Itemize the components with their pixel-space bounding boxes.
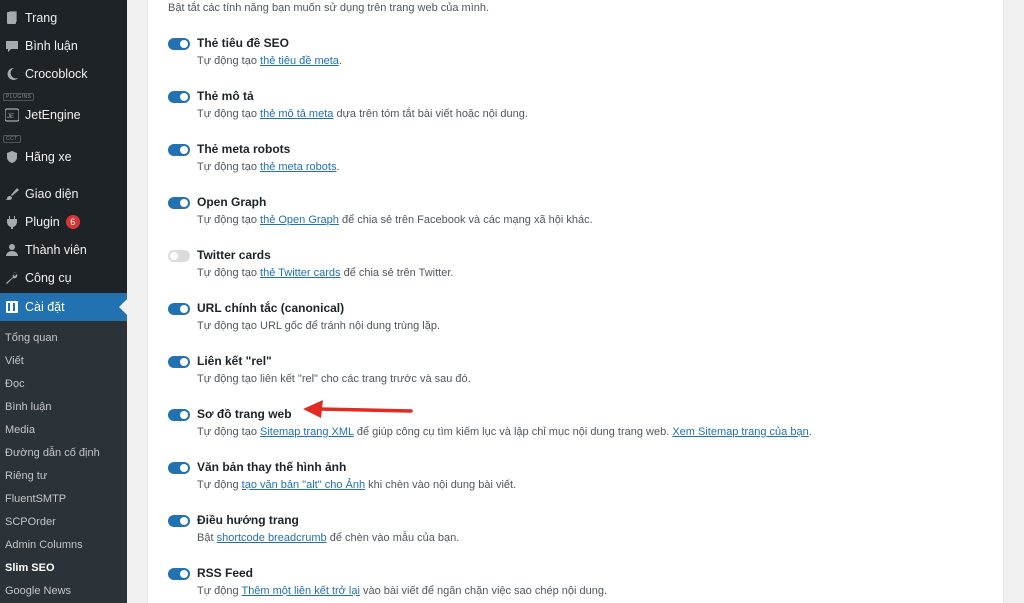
submenu-item-scporder[interactable]: SCPOrder bbox=[5, 510, 56, 533]
feature-title: Thẻ tiêu đề SEO bbox=[197, 36, 290, 50]
menu-label: Thành viên bbox=[25, 243, 87, 257]
submenu-item-permalinks[interactable]: Đường dẫn cố định bbox=[5, 441, 100, 464]
wrench-icon bbox=[5, 271, 19, 285]
feature-toggle[interactable] bbox=[168, 197, 190, 209]
feature-toggle[interactable] bbox=[168, 91, 190, 103]
page-icon bbox=[5, 11, 19, 25]
menu-item-jetengine[interactable]: JE JetEngine bbox=[0, 101, 127, 129]
menu-label: Plugin bbox=[25, 215, 60, 229]
feature-toggle[interactable] bbox=[168, 303, 190, 315]
feature-desc: Tự động tạo Sitemap trang XML để giúp cô… bbox=[197, 426, 812, 438]
intro-text: Bật tắt các tính năng bạn muốn sử dụng t… bbox=[168, 2, 490, 14]
submenu-item-slim-seo[interactable]: Slim SEO bbox=[5, 556, 55, 579]
menu-label: Hãng xe bbox=[25, 150, 72, 164]
feature-link[interactable]: Sitemap trang XML bbox=[260, 426, 354, 438]
settings-icon bbox=[5, 300, 19, 314]
menu-item-pages[interactable]: Trang bbox=[0, 4, 127, 32]
crocoblock-icon bbox=[5, 67, 19, 81]
feature-desc: Tự động tạo liên kết "rel" cho các trang… bbox=[197, 373, 471, 385]
feature-title: Sơ đồ trang web bbox=[197, 407, 292, 421]
plugins-tag: PLUGINS bbox=[3, 93, 35, 101]
settings-submenu: Tổng quan Viết Đọc Bình luận Media Đường… bbox=[0, 321, 127, 603]
brush-icon bbox=[5, 187, 19, 201]
user-icon bbox=[5, 243, 19, 257]
feature-toggle[interactable] bbox=[168, 462, 190, 474]
plug-icon bbox=[5, 215, 19, 229]
feature-toggle[interactable] bbox=[168, 356, 190, 368]
features-panel: Bật tắt các tính năng bạn muốn sử dụng t… bbox=[147, 0, 1004, 603]
submenu-item-privacy[interactable]: Riêng tư bbox=[5, 464, 47, 487]
feature-title: Twitter cards bbox=[197, 248, 271, 262]
submenu-item-media[interactable]: Media bbox=[5, 418, 35, 441]
submenu-item-admin-columns[interactable]: Admin Columns bbox=[5, 533, 83, 556]
feature-link[interactable]: Thêm một liên kết trở lại bbox=[241, 585, 359, 597]
comment-icon bbox=[5, 39, 19, 53]
update-count-badge: 6 bbox=[65, 215, 80, 229]
feature-title: URL chính tắc (canonical) bbox=[197, 301, 345, 315]
menu-label: JetEngine bbox=[25, 108, 81, 122]
feature-desc: Tự động tạo văn bản "alt" cho Ảnh khi ch… bbox=[197, 479, 517, 491]
red-arrow-annotation bbox=[303, 400, 413, 418]
feature-toggle[interactable] bbox=[168, 568, 190, 580]
feature-desc: Tự động tạo URL gốc để tránh nội dung tr… bbox=[197, 320, 441, 332]
submenu-item-writing[interactable]: Viết bbox=[5, 349, 24, 372]
active-indicator bbox=[119, 299, 127, 315]
feature-toggle[interactable] bbox=[168, 250, 190, 262]
menu-label: Cài đặt bbox=[25, 300, 65, 314]
feature-toggle[interactable] bbox=[168, 38, 190, 50]
feature-toggle[interactable] bbox=[168, 144, 190, 156]
menu-label: Trang bbox=[25, 11, 58, 25]
feature-title: Thẻ meta robots bbox=[197, 142, 291, 156]
menu-item-comments[interactable]: Bình luận bbox=[0, 32, 127, 60]
feature-desc: Tự động tạo thẻ Twitter cards để chia sẻ… bbox=[197, 267, 454, 279]
feature-link[interactable]: thẻ Twitter cards bbox=[260, 267, 341, 279]
feature-desc: Tự động Thêm một liên kết trở lại vào bà… bbox=[197, 585, 608, 597]
view-sitemap-link[interactable]: Xem Sitemap trang của bạn bbox=[672, 426, 808, 438]
svg-text:JE: JE bbox=[7, 114, 14, 120]
menu-label: Crocoblock bbox=[25, 67, 88, 81]
feature-link[interactable]: thẻ tiêu đề meta bbox=[260, 55, 339, 67]
main-content: Bật tắt các tính năng bạn muốn sử dụng t… bbox=[127, 0, 1024, 603]
submenu-item-discussion[interactable]: Bình luận bbox=[5, 395, 51, 418]
submenu-item-general[interactable]: Tổng quan bbox=[5, 326, 58, 349]
submenu-item-reading[interactable]: Đọc bbox=[5, 372, 25, 395]
feature-title: Open Graph bbox=[197, 195, 267, 209]
feature-link[interactable]: tạo văn bản "alt" cho Ảnh bbox=[242, 479, 365, 491]
submenu-item-google-news[interactable]: Google News bbox=[5, 579, 71, 602]
admin-sidebar: Trang Bình luận Crocoblock PLUGINS JE Je… bbox=[0, 0, 127, 603]
feature-link[interactable]: shortcode breadcrumb bbox=[217, 532, 327, 544]
menu-label: Giao diện bbox=[25, 187, 79, 201]
submenu-item-fluentsmtp[interactable]: FluentSMTP bbox=[5, 487, 66, 510]
feature-desc: Bật shortcode breadcrumb để chèn vào mẫu… bbox=[197, 532, 460, 544]
feature-link[interactable]: thẻ mô tả meta bbox=[260, 108, 333, 120]
menu-item-plugins[interactable]: Plugin 6 bbox=[0, 208, 127, 236]
feature-desc: Tự động tạo thẻ tiêu đề meta. bbox=[197, 55, 342, 67]
menu-label: Công cụ bbox=[25, 271, 72, 285]
feature-title: Điều hướng trang bbox=[197, 513, 299, 527]
feature-desc: Tự động tạo thẻ mô tả meta dựa trên tóm … bbox=[197, 108, 528, 120]
menu-item-crocoblock[interactable]: Crocoblock bbox=[0, 60, 127, 88]
feature-desc: Tự động tạo thẻ Open Graph để chia sẻ tr… bbox=[197, 214, 593, 226]
feature-toggle[interactable] bbox=[168, 515, 190, 527]
feature-link[interactable]: thẻ meta robots bbox=[260, 161, 336, 173]
feature-title: Thẻ mô tả bbox=[197, 89, 254, 103]
feature-desc: Tự động tạo thẻ meta robots. bbox=[197, 161, 340, 173]
menu-label: Bình luận bbox=[25, 39, 78, 53]
feature-title: Liên kết "rel" bbox=[197, 354, 272, 368]
feature-link[interactable]: thẻ Open Graph bbox=[260, 214, 339, 226]
menu-item-appearance[interactable]: Giao diện bbox=[0, 180, 127, 208]
shield-icon bbox=[5, 150, 19, 164]
menu-item-hang-xe[interactable]: Hãng xe bbox=[0, 143, 127, 171]
feature-title: Văn bản thay thế hình ảnh bbox=[197, 460, 347, 474]
menu-item-settings[interactable]: Cài đặt bbox=[0, 293, 127, 321]
feature-title: RSS Feed bbox=[197, 566, 254, 580]
menu-item-users[interactable]: Thành viên bbox=[0, 236, 127, 264]
jetengine-icon: JE bbox=[5, 108, 19, 122]
menu-item-tools[interactable]: Công cụ bbox=[0, 264, 127, 292]
cct-tag: CCT bbox=[3, 135, 21, 143]
feature-toggle[interactable] bbox=[168, 409, 190, 421]
